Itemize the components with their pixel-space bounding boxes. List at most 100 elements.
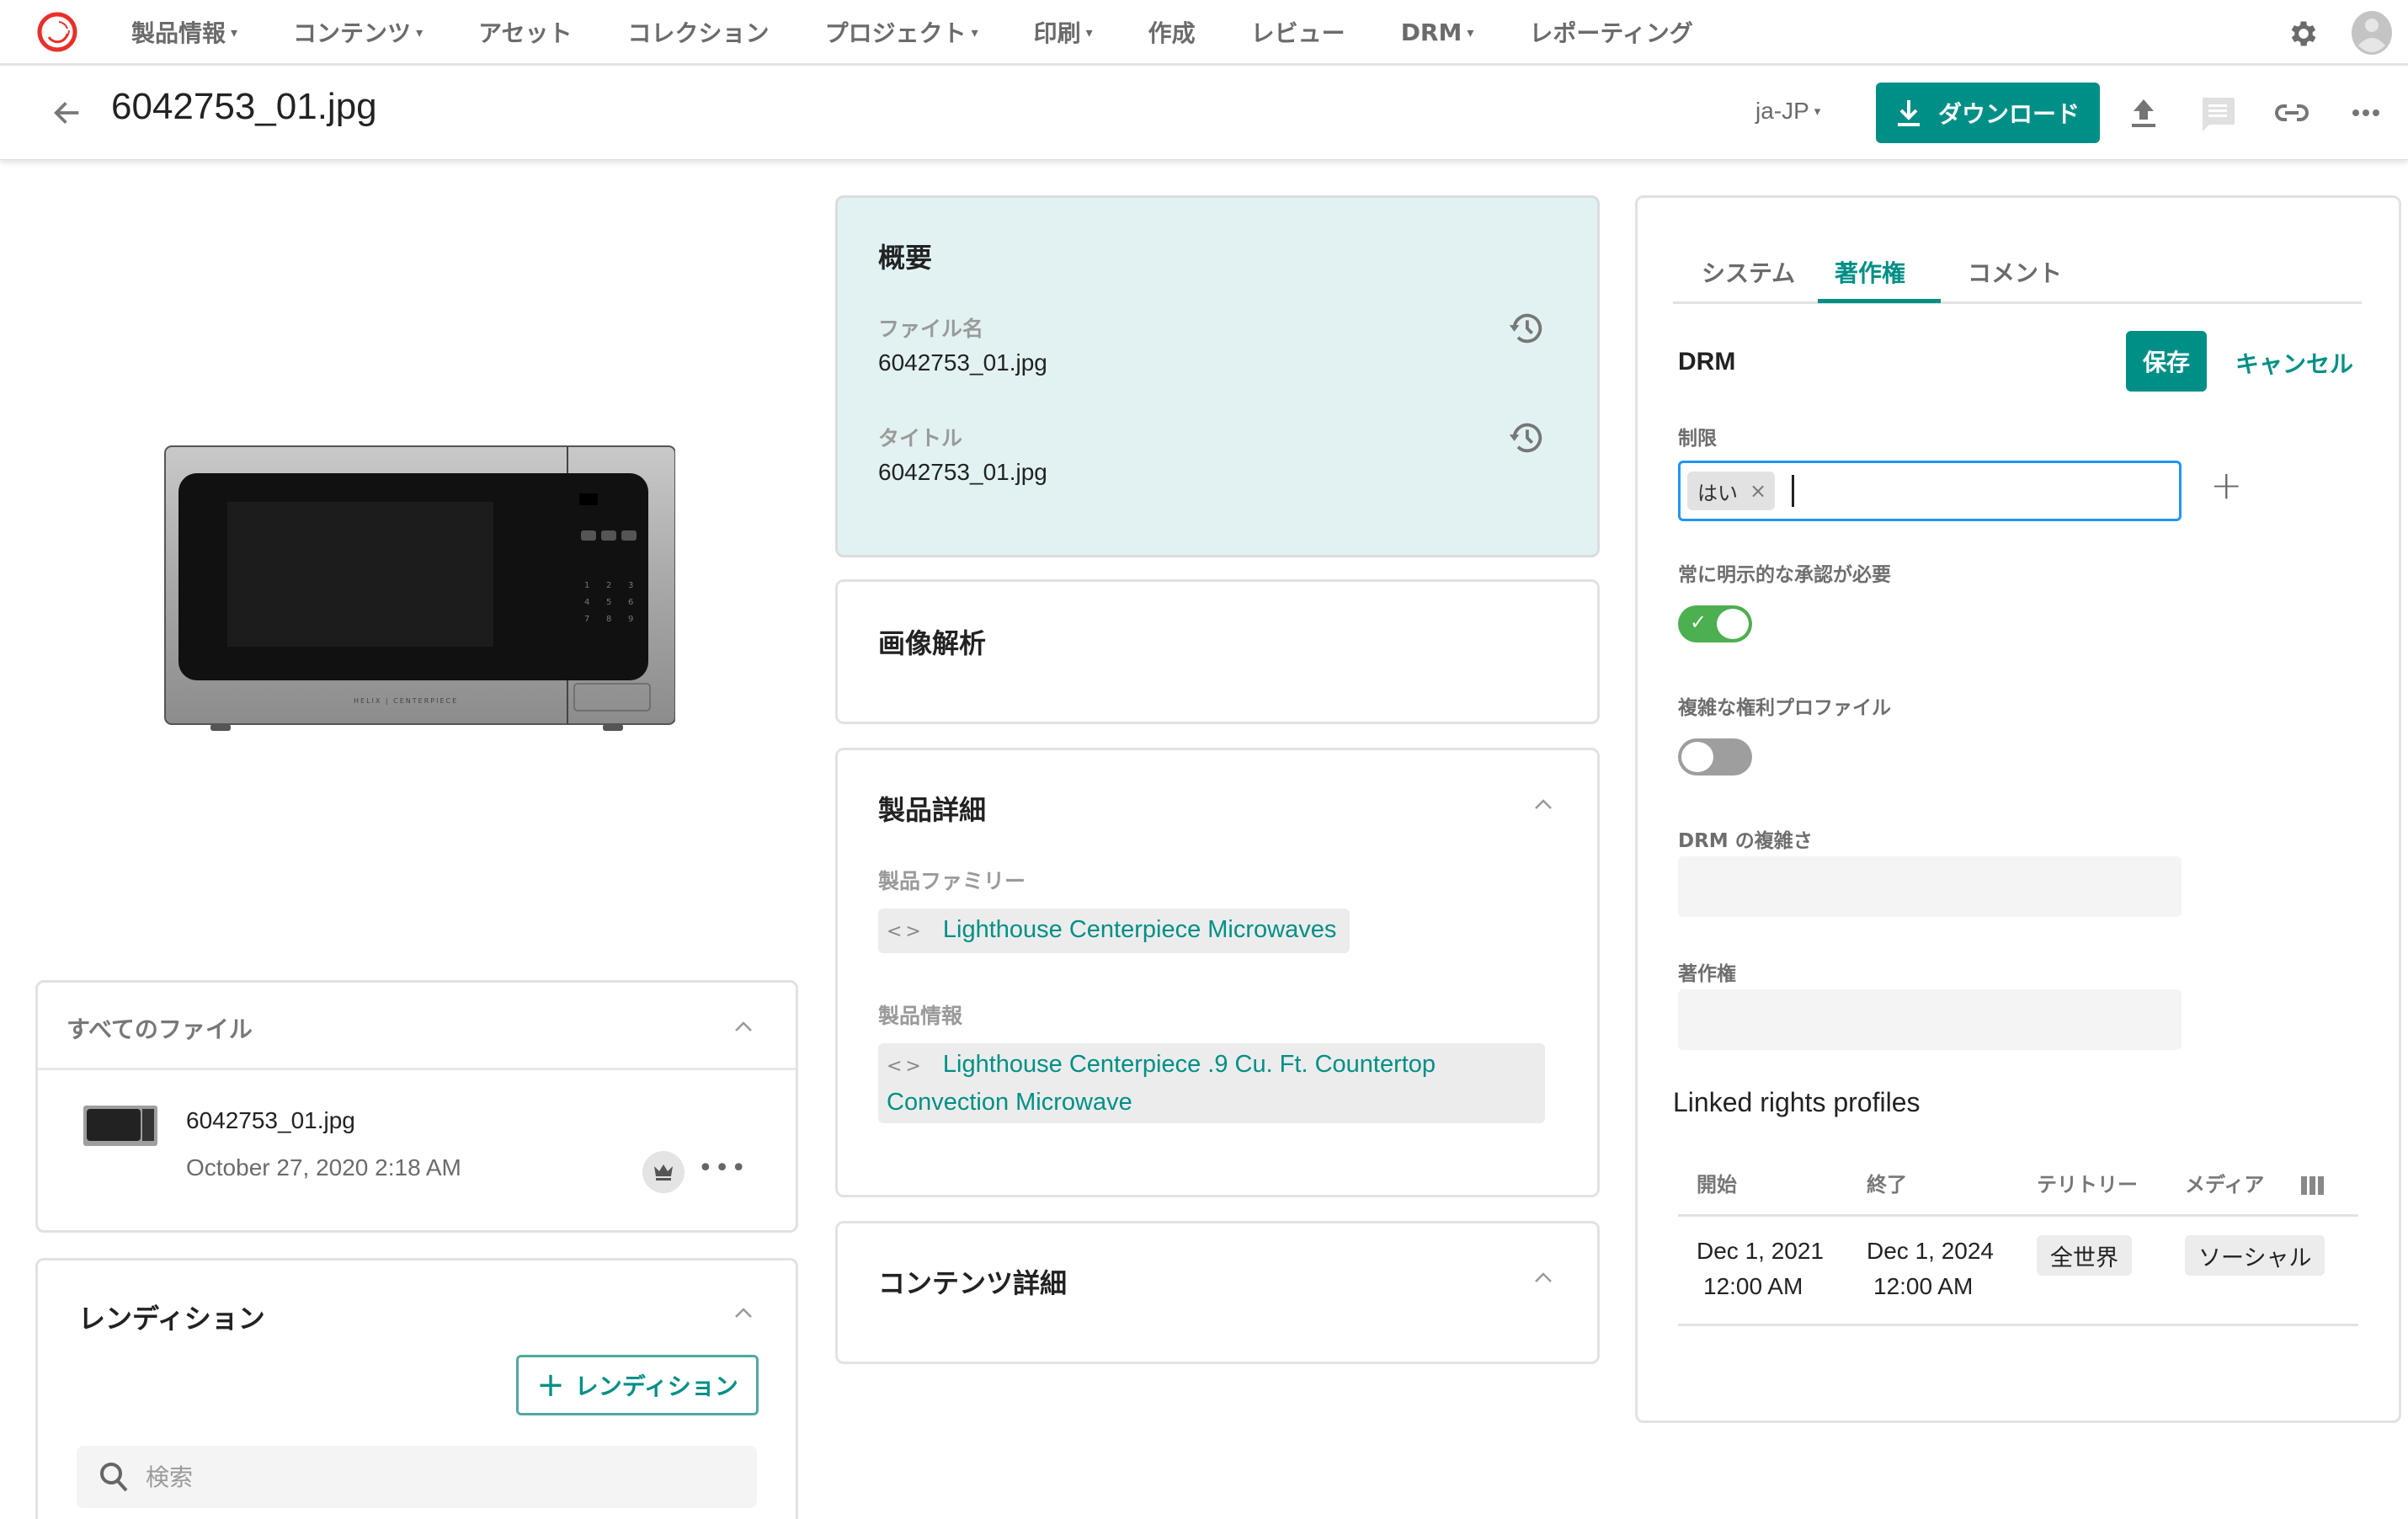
tab-comments[interactable]: コメント bbox=[1968, 255, 2062, 301]
add-restriction-button[interactable]: + bbox=[2210, 466, 2243, 504]
all-files-title: すべてのファイル bbox=[67, 1015, 253, 1043]
nav-item-reporting[interactable]: レポーティング bbox=[1529, 15, 1692, 49]
summary-title: 概要 bbox=[878, 242, 933, 274]
tab-copyright[interactable]: 著作権 bbox=[1835, 255, 1905, 301]
text-cursor bbox=[1792, 475, 1795, 507]
svg-text:6: 6 bbox=[628, 598, 633, 607]
save-button[interactable]: 保存 bbox=[2126, 331, 2207, 392]
explicit-approval-label: 常に明示的な承認が必要 bbox=[1678, 564, 1891, 586]
svg-text:4: 4 bbox=[584, 598, 589, 607]
add-rendition-label: レンディション bbox=[574, 1372, 738, 1400]
nav-item-assets[interactable]: アセット bbox=[478, 15, 572, 49]
copyright-label: 著作権 bbox=[1678, 963, 1736, 985]
file-thumbnail[interactable] bbox=[82, 1101, 159, 1151]
more-options-icon[interactable] bbox=[2347, 94, 2384, 131]
end-time: 12:00 AM bbox=[1873, 1273, 1974, 1299]
nav-label: レポーティング bbox=[1529, 19, 1693, 47]
nav-item-review[interactable]: レビュー bbox=[1251, 15, 1345, 49]
nav-item-print[interactable]: 印刷 ▾ bbox=[1034, 15, 1093, 49]
asset-preview-image[interactable]: 1 2 3 4 5 6 7 8 9 HELIX | CENTERPIECE bbox=[160, 438, 675, 741]
image-analysis-title: 画像解析 bbox=[878, 627, 987, 659]
drm-complexity-field[interactable] bbox=[1678, 856, 2182, 917]
upload-icon[interactable] bbox=[2125, 94, 2162, 131]
svg-text:2: 2 bbox=[606, 581, 611, 590]
svg-text:3: 3 bbox=[628, 581, 633, 590]
caret-down-icon: ▾ bbox=[231, 24, 238, 40]
tab-system[interactable]: システム bbox=[1702, 255, 1795, 301]
columns-icon[interactable] bbox=[2301, 1176, 2325, 1195]
caret-down-icon: ▾ bbox=[1085, 24, 1093, 40]
all-files-panel: すべてのファイル 6042753_01.jpg October 27, 2020… bbox=[35, 980, 798, 1233]
master-file-button[interactable] bbox=[642, 1151, 685, 1193]
complex-profile-toggle[interactable] bbox=[1678, 738, 1752, 775]
back-arrow-icon[interactable] bbox=[51, 96, 84, 130]
history-icon[interactable] bbox=[1506, 418, 1545, 457]
nav-item-product-info[interactable]: 製品情報 ▾ bbox=[131, 15, 237, 49]
content-details-title: コンテンツ詳細 bbox=[878, 1267, 1068, 1299]
nav-label: 印刷 bbox=[1033, 19, 1081, 47]
user-avatar-icon[interactable] bbox=[2351, 10, 2393, 56]
column-header-end[interactable]: 終了 bbox=[1867, 1168, 1907, 1197]
all-files-header[interactable]: すべてのファイル bbox=[38, 983, 796, 1070]
cancel-button[interactable]: キャンセル bbox=[2235, 346, 2353, 380]
chevron-up-icon[interactable] bbox=[733, 1020, 754, 1033]
nav-label: 作成 bbox=[1148, 19, 1196, 47]
locale-value: ja-JP bbox=[1755, 98, 1809, 124]
nav-item-drm[interactable]: DRM ▾ bbox=[1401, 19, 1474, 46]
chevron-up-icon[interactable] bbox=[1533, 797, 1553, 811]
nav-label: プロジェクト bbox=[824, 19, 967, 47]
file-more-options-button[interactable]: ••• bbox=[698, 1156, 748, 1181]
media-pill: ソーシャル bbox=[2185, 1235, 2325, 1276]
drm-section-title: DRM bbox=[1678, 348, 1736, 376]
download-label: ダウンロード bbox=[1937, 100, 2080, 128]
svg-text:HELIX | CENTERPIECE: HELIX | CENTERPIECE bbox=[354, 697, 458, 705]
column-header-media[interactable]: メディア bbox=[2185, 1168, 2264, 1197]
filename-value: 6042753_01.jpg bbox=[878, 349, 1047, 376]
add-rendition-button[interactable]: + レンディション bbox=[516, 1355, 759, 1415]
caret-down-icon: ▾ bbox=[416, 24, 424, 40]
remove-tag-icon[interactable]: × bbox=[1750, 479, 1766, 503]
chevron-up-icon[interactable] bbox=[1533, 1271, 1553, 1284]
product-family-link[interactable]: <> Lighthouse Centerpiece Microwaves bbox=[878, 909, 1351, 953]
column-header-territory[interactable]: テリトリー bbox=[2037, 1168, 2138, 1197]
chevron-up-icon[interactable] bbox=[733, 1306, 754, 1319]
sitecore-logo-icon[interactable] bbox=[37, 12, 77, 52]
rendition-search[interactable] bbox=[77, 1446, 757, 1508]
toggle-knob bbox=[1681, 742, 1713, 772]
rights-panel: システム 著作権 コメント DRM 保存 キャンセル 制限 はい × + 常に明… bbox=[1635, 195, 2401, 1423]
image-analysis-panel: 画像解析 bbox=[835, 579, 1600, 724]
content-details-panel: コンテンツ詳細 bbox=[835, 1221, 1600, 1364]
nav-label: アセット bbox=[478, 19, 573, 47]
column-header-start[interactable]: 開始 bbox=[1697, 1168, 1737, 1197]
comment-icon[interactable] bbox=[2199, 94, 2236, 131]
nav-label: 製品情報 bbox=[131, 19, 226, 47]
restriction-input[interactable]: はい × bbox=[1678, 461, 2182, 521]
nav-item-content[interactable]: コンテンツ ▾ bbox=[293, 15, 423, 49]
download-button[interactable]: ダウンロード bbox=[1876, 83, 2100, 143]
tag-label: はい bbox=[1697, 481, 1738, 505]
product-info-link[interactable]: <> Lighthouse Centerpiece .9 Cu. Ft. Coun… bbox=[878, 1043, 1545, 1123]
crown-icon bbox=[654, 1165, 673, 1181]
code-brackets-icon: <> bbox=[887, 1056, 924, 1077]
copyright-field[interactable] bbox=[1678, 989, 2182, 1050]
linked-rights-title: Linked rights profiles bbox=[1673, 1087, 1921, 1117]
table-row[interactable]: Dec 1, 2021 12:00 AM Dec 1, 2024 12:00 A… bbox=[1678, 1218, 2358, 1326]
nav-item-create[interactable]: 作成 bbox=[1148, 15, 1196, 49]
product-details-title: 製品詳細 bbox=[878, 794, 987, 826]
svg-text:8: 8 bbox=[606, 615, 611, 624]
restriction-label: 制限 bbox=[1678, 428, 1717, 450]
page-title: 6042753_01.jpg bbox=[111, 86, 377, 127]
history-icon[interactable] bbox=[1506, 309, 1545, 348]
search-input[interactable] bbox=[146, 1463, 651, 1491]
drm-complexity-label: DRM の複雑さ bbox=[1678, 830, 1813, 852]
start-date-cell: Dec 1, 2021 12:00 AM bbox=[1697, 1234, 1824, 1304]
file-name[interactable]: 6042753_01.jpg bbox=[186, 1107, 355, 1134]
nav-item-projects[interactable]: プロジェクト ▾ bbox=[825, 15, 978, 49]
gear-icon[interactable] bbox=[2287, 17, 2320, 51]
link-icon[interactable] bbox=[2273, 94, 2310, 131]
product-info-value: Lighthouse Centerpiece .9 Cu. Ft. Counte… bbox=[887, 1051, 1436, 1116]
locale-selector[interactable]: ja-JP ▾ bbox=[1755, 98, 1820, 125]
nav-label: コンテンツ bbox=[293, 19, 412, 47]
explicit-approval-toggle[interactable]: ✓ bbox=[1678, 605, 1752, 642]
nav-item-collections[interactable]: コレクション bbox=[628, 15, 770, 49]
